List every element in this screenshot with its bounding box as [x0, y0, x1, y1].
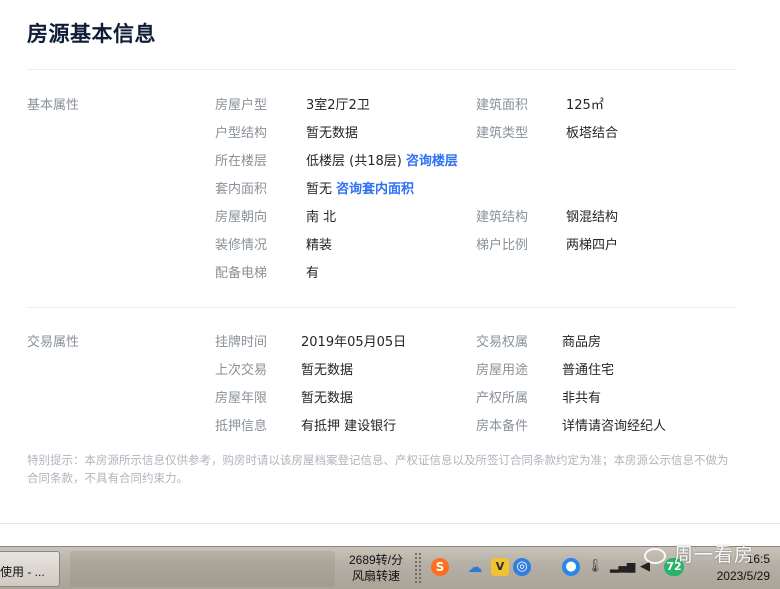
field-label: 套内面积 — [215, 182, 268, 197]
field-label: 装修情况 — [215, 238, 268, 253]
field-value-building-type: 板塔结合 — [566, 126, 619, 141]
thermometer-icon[interactable]: 🌡 — [586, 558, 604, 576]
field-label: 抵押信息 — [215, 419, 268, 434]
page-title: 房源基本信息 — [27, 22, 156, 46]
field-value-ownership: 商品房 — [562, 335, 602, 350]
section-label-transaction: 交易属性 — [27, 335, 80, 350]
floor-value: 低楼层 (共18层) — [306, 154, 402, 169]
field-usage: 房屋用途 — [476, 359, 528, 378]
field-decoration: 装修情况 — [215, 234, 267, 253]
field-label: 梯户比例 — [476, 238, 529, 253]
field-label: 房屋户型 — [215, 98, 268, 113]
field-label: 所在楼层 — [215, 154, 268, 169]
section-label-basic: 基本属性 — [27, 98, 80, 113]
field-listing-time: 挂牌时间 — [215, 331, 267, 350]
field-value-decoration: 精装 — [306, 238, 333, 253]
taskbar-preview-area — [70, 551, 335, 587]
watermark: 周一看房 — [644, 540, 754, 567]
field-label: 房屋朝向 — [215, 210, 268, 225]
field-construction: 建筑结构 — [476, 206, 528, 225]
field-value-layout: 3室2厅2卫 — [306, 98, 370, 113]
field-label: 挂牌时间 — [215, 335, 268, 350]
toolbar-grip-handle[interactable] — [414, 552, 422, 584]
field-label: 建筑面积 — [476, 98, 529, 113]
field-value-last-trade: 暂无数据 — [301, 363, 354, 378]
signal-icon[interactable]: ▂▄▆ — [610, 558, 635, 576]
field-years: 房屋年限 — [215, 387, 267, 406]
divider — [27, 307, 737, 308]
field-label: 户型结构 — [215, 126, 268, 141]
field-value-usage: 普通住宅 — [562, 363, 615, 378]
sogou-icon[interactable]: S — [431, 558, 449, 576]
field-label: 上次交易 — [215, 363, 268, 378]
field-record: 房本备件 — [476, 415, 528, 434]
vpn-icon[interactable]: V — [491, 558, 509, 576]
field-label: 建筑类型 — [476, 126, 529, 141]
field-value-elevator-ratio: 两梯四户 — [566, 238, 619, 253]
consult-floor-link[interactable]: 咨询楼层 — [406, 154, 458, 169]
field-value-listing-time: 2019年05月05日 — [301, 335, 407, 350]
field-value-structure: 暂无数据 — [306, 126, 359, 141]
field-label: 房本备件 — [476, 419, 529, 434]
field-label: 产权所属 — [476, 391, 529, 406]
fan-speed-widget[interactable]: 2689转/分 风扇转速 — [345, 552, 407, 584]
field-label: 建筑结构 — [476, 210, 529, 225]
qq-icon[interactable]: ● — [562, 558, 580, 576]
field-value-inner-area: 暂无 咨询套内面积 — [306, 178, 414, 197]
field-ownership: 交易权属 — [476, 331, 528, 350]
field-value-mortgage: 有抵押 建设银行 — [301, 419, 397, 434]
field-label: 交易权属 — [476, 335, 529, 350]
field-last-trade: 上次交易 — [215, 359, 267, 378]
field-value-years: 暂无数据 — [301, 391, 354, 406]
divider — [27, 69, 737, 70]
taskbar-window-button[interactable]: 使用 - ... — [0, 551, 60, 587]
field-inner-area: 套内面积 — [215, 178, 267, 197]
cloud-icon[interactable]: ☁ — [466, 558, 484, 576]
field-value-elevator: 有 — [306, 266, 320, 281]
disclaimer-notice: 特别提示：本房源所示信息仅供参考，购房时请以该房屋档案登记信息、产权证信息以及所… — [27, 453, 729, 485]
field-elevator-ratio: 梯户比例 — [476, 234, 528, 253]
consult-inner-area-link[interactable]: 咨询套内面积 — [336, 182, 414, 197]
field-value-floor: 低楼层 (共18层) 咨询楼层 — [306, 150, 458, 169]
field-label: 房屋用途 — [476, 363, 529, 378]
field-value-building-area: 125㎡ — [566, 98, 604, 113]
field-value-property-right: 非共有 — [562, 391, 602, 406]
field-elevator: 配备电梯 — [215, 262, 267, 281]
watermark-text: 周一看房 — [674, 545, 755, 566]
field-orientation: 房屋朝向 — [215, 206, 267, 225]
field-label: 配备电梯 — [215, 266, 268, 281]
field-building-area: 建筑面积 — [476, 94, 528, 113]
field-property-right: 产权所属 — [476, 387, 528, 406]
wechat-logo-icon — [644, 547, 666, 564]
inner-area-value: 暂无 — [306, 182, 333, 197]
field-layout: 房屋户型 — [215, 94, 267, 113]
field-value-record: 详情请咨询经纪人 — [562, 419, 667, 434]
field-building-type: 建筑类型 — [476, 122, 528, 141]
fan-speed-label: 风扇转速 — [351, 569, 400, 583]
fan-speed-value: 2689转/分 — [348, 553, 404, 567]
field-mortgage: 抵押信息 — [215, 415, 267, 434]
network-icon[interactable]: ◎ — [513, 558, 531, 576]
clock-date: 2023/5/29 — [716, 569, 770, 583]
field-value-construction: 钢混结构 — [566, 210, 619, 225]
field-structure: 户型结构 — [215, 122, 267, 141]
field-label: 房屋年限 — [215, 391, 268, 406]
house-info-page: 房源基本信息 基本属性 房屋户型 3室2厅2卫 建筑面积 125㎡ 户型结构 暂… — [0, 0, 780, 589]
field-floor: 所在楼层 — [215, 150, 267, 169]
field-value-orientation: 南 北 — [306, 210, 337, 225]
divider — [0, 523, 780, 524]
